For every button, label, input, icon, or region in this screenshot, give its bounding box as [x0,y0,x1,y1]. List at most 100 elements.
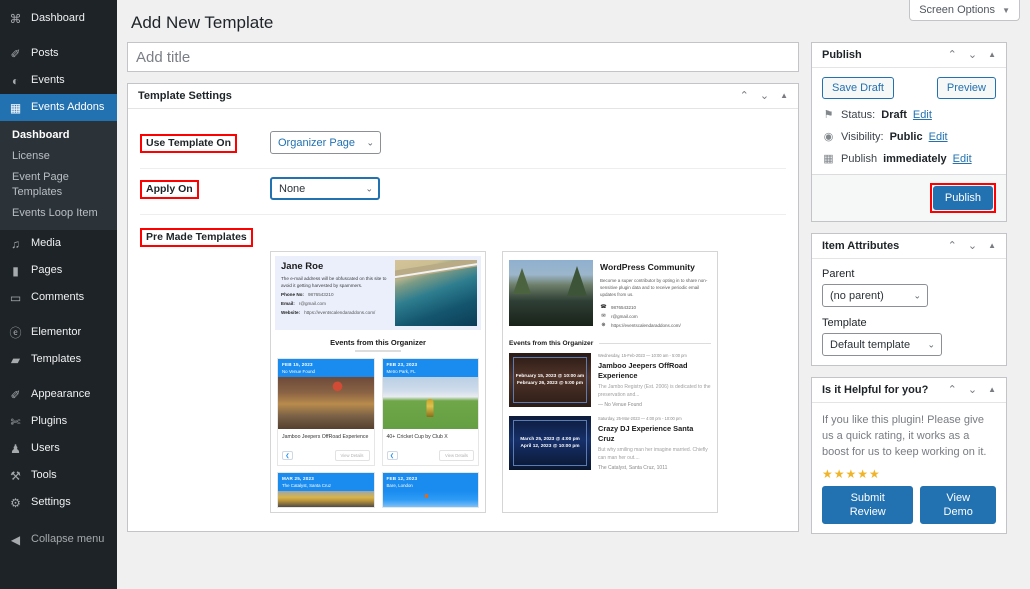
card1-event-title: Jamboo Jeepers OffRoad Experience [278,429,374,447]
view-demo-button[interactable]: View Demo [920,486,996,524]
card2-contact-website: ⊕ https://eventscalendaraddons.com/ [600,322,711,328]
share-icon[interactable]: ❮ [387,451,398,460]
card1-event-item[interactable]: FEB 23, 2023 Metro Park, FL 40+ Cricket … [382,358,480,466]
card1-event-date: FEB 12, 2023 [387,476,475,481]
template-select[interactable]: Default template [822,333,942,356]
visibility-value: Public [890,131,923,143]
submenu-item-dashboard[interactable]: Dashboard [0,125,117,146]
sidebar-item-tools[interactable]: ⚒ Tools [0,462,117,489]
sidebar-item-templates[interactable]: ▰ Templates [0,346,117,373]
save-draft-button[interactable]: Save Draft [822,77,894,99]
template-field: Template Default template ⌄ [822,317,996,356]
metabox-header: Template Settings ⌃ ⌄ ▲ [128,84,798,109]
eye-icon: ◉ [822,130,835,143]
status-label: Status: [841,109,875,121]
rating-stars[interactable]: ★★★★★ [822,467,996,481]
move-up-icon[interactable]: ⌃ [948,385,957,396]
sidebar-item-events[interactable]: ◐ Events [0,67,117,94]
move-down-icon[interactable]: ⌄ [968,385,977,396]
template-preview-card-2[interactable]: WordPress Community Become a super contr… [502,251,718,513]
card1-event-venue: The Catalyst, Santa Cruz [282,483,370,488]
sidebar-item-events-addons[interactable]: ▦ Events Addons [0,94,117,121]
item-attributes-actions: ⌃ ⌄ ▲ [948,241,996,252]
publish-panel-title: Publish [822,49,862,61]
move-up-icon[interactable]: ⌃ [740,91,749,102]
toggle-panel-icon[interactable]: ▲ [780,92,788,100]
submenu-item-event-page-templates[interactable]: Event Page Templates [0,167,117,203]
card1-field-email-value: r@gmail.com [299,301,326,306]
card1-event-date: FEB 23, 2023 [387,362,475,367]
toggle-panel-icon[interactable]: ▲ [988,386,996,394]
events-addons-submenu: Dashboard License Event Page Templates E… [0,121,117,230]
preview-button[interactable]: Preview [937,77,996,99]
move-up-icon[interactable]: ⌃ [948,50,957,61]
card1-event-item[interactable]: FEB 12, 2023 Bare, London [382,472,480,508]
card1-description: The e-mail address will be obfuscated on… [281,275,389,289]
sidebar-item-elementor[interactable]: ⓔ Elementor [0,319,117,346]
move-down-icon[interactable]: ⌄ [968,50,977,61]
sidebar-item-dashboard[interactable]: ⌘ Dashboard [0,5,117,32]
card1-view-details-button[interactable]: View Details [335,450,370,461]
sidebar-item-appearance[interactable]: ✐ Appearance [0,381,117,408]
move-down-icon[interactable]: ⌄ [968,241,977,252]
share-icon[interactable]: ❮ [282,451,293,460]
title-input[interactable] [127,42,799,72]
toggle-panel-icon[interactable]: ▲ [988,242,996,250]
card1-view-details-button[interactable]: View Details [439,450,474,461]
sidebar-item-label: Media [31,238,61,249]
publish-button[interactable]: Publish [933,186,993,210]
sidebar-item-label: Tools [31,470,57,481]
publish-panel-header: Publish ⌃ ⌄ ▲ [812,43,1006,68]
move-down-icon[interactable]: ⌄ [760,91,769,102]
parent-select[interactable]: (no parent) [822,284,928,307]
card2-event-item[interactable]: March 25, 2023 @ 4:00 pm April 12, 2023 … [509,416,711,471]
screen-options-button[interactable]: Screen Options ▼ [909,0,1020,21]
publish-top-actions: Save Draft Preview [822,77,996,99]
visibility-edit-link[interactable]: Edit [929,131,948,143]
sidebar-item-plugins[interactable]: ✄ Plugins [0,408,117,435]
use-template-on-label-wrap: Use Template On [140,133,270,153]
parent-select-wrap: (no parent) ⌄ [822,284,928,307]
card1-event-image [383,491,479,507]
sidebar-item-media[interactable]: ♫ Media [0,230,117,257]
phone-icon: ☎ [600,304,607,310]
publish-schedule-line: ▦ Publish immediately Edit [822,152,996,165]
sidebar-item-comments[interactable]: ▭ Comments [0,284,117,311]
card2-section-rule [599,343,711,344]
sidebar-item-posts[interactable]: ✐ Posts [0,40,117,67]
card2-contact-email: ✉ r@gmail.com [600,313,711,319]
use-template-on-label: Use Template On [140,134,237,153]
card1-hero-image [395,260,477,326]
publish-button-highlight: Publish [930,183,996,213]
card1-organizer-name: Jane Roe [281,261,389,272]
sidebar-item-settings[interactable]: ⚙ Settings [0,489,117,516]
card1-event-date: MAR 25, 2023 [282,476,370,481]
sidebar-item-pages[interactable]: ▮ Pages [0,257,117,284]
use-template-on-select[interactable]: Organizer Page [270,131,381,154]
pin-icon: ⚑ [822,108,835,121]
submit-review-button[interactable]: Submit Review [822,486,913,524]
card1-event-item[interactable]: MAR 25, 2023 The Catalyst, Santa Cruz [277,472,375,508]
schedule-edit-link[interactable]: Edit [953,153,972,165]
card2-organizer-name: WordPress Community [600,262,711,273]
status-edit-link[interactable]: Edit [913,109,932,121]
card2-hero-image [509,260,593,326]
sidebar-item-users[interactable]: ♟ Users [0,435,117,462]
card2-event-item[interactable]: February 15, 2023 @ 10:00 am February 26… [509,353,711,408]
card1-event-date: FEB 15, 2023 [282,362,370,367]
card2-event-venue: — No Venue Found [598,402,711,408]
apply-on-select-wrap: None ⌄ [270,177,380,200]
comment-icon: ▭ [8,290,23,305]
collapse-menu-button[interactable]: ◀ Collapse menu [0,526,117,553]
card1-event-item[interactable]: FEB 15, 2023 No Venue Found Jamboo Jeepe… [277,358,375,466]
submenu-item-license[interactable]: License [0,146,117,167]
helpful-panel-body: If you like this plugin! Please give us … [812,403,1006,533]
card1-field-phone: Phone No:9876543210 [281,292,389,298]
move-up-icon[interactable]: ⌃ [948,241,957,252]
submenu-item-events-loop-item[interactable]: Events Loop Item [0,203,117,224]
card2-email-value: r@gmail.com [611,314,638,319]
status-value: Draft [881,109,907,121]
apply-on-select[interactable]: None [270,177,380,200]
toggle-panel-icon[interactable]: ▲ [988,51,996,59]
template-preview-card-1[interactable]: Jane Roe The e-mail address will be obfu… [270,251,486,513]
